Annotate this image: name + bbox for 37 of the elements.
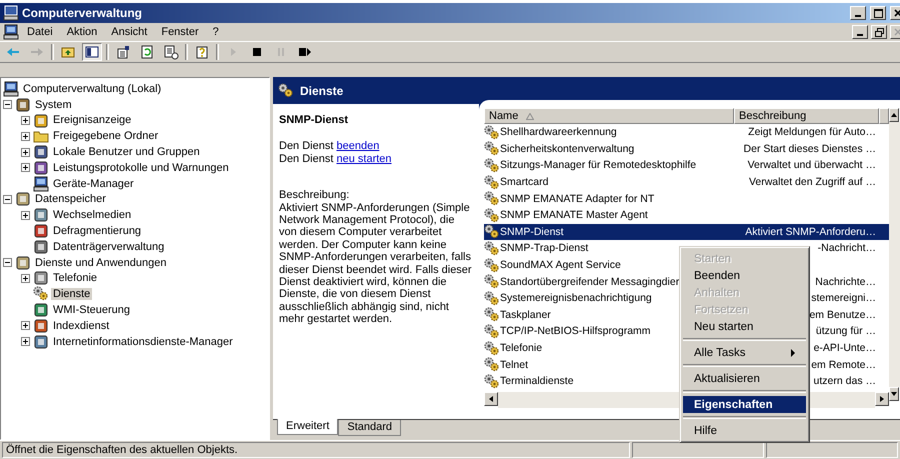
description-text: Aktiviert SNMP-Anforderungen (Simple Network Management Protocol), die von diesem Computer verarbeitet werden. Der Computer kann keine SNMP-Anforderungen verarbeiten, falls dieser Dienst beendet wird. Falls dieser Dienst deaktiviert wird, können die Dienste, die von diesem Dienst ausschließlich abhängig sind, nicht mehr gestartet werden. (279, 202, 473, 326)
table-cell: Telnet (499, 358, 528, 371)
table-cell: SNMP EMANATE Adapter for NT (499, 192, 654, 205)
description-label: Beschreibung: (279, 189, 350, 202)
action-text: Den Dienst beenden (279, 140, 380, 153)
table-cell: Sitzungs-Manager für Remotedesktophilfe (499, 159, 696, 172)
status-text: Öffnet die Eigenschaften des aktuellen Objekts. (2, 442, 630, 458)
table-cell: Zeigt Meldungen für Auto… (747, 126, 876, 138)
table-cell: Systemereignisbenachrichtigung (499, 292, 652, 304)
table-cell: Sicherheitskontenverwaltung (499, 142, 634, 155)
table-cell: ützung für … (814, 325, 876, 338)
table-cell: Der Start dieses Dienstes … (742, 142, 876, 155)
pane-title: Dienste (300, 84, 344, 98)
table-cell: TCP/IP-NetBIOS-Hilfsprogramm (499, 325, 651, 338)
table-cell: SNMP EMANATE Master Agent (499, 209, 648, 222)
table-cell: SNMP-Dienst (499, 226, 564, 238)
table-cell: SNMP-Trap-Dienst (499, 242, 588, 254)
table-cell: Nachrichte… (814, 276, 876, 288)
table-cell: SoundMAX Agent Service (499, 259, 621, 272)
table-cell: Standortübergreifender Messagingdier (499, 276, 680, 288)
table-cell: Verwaltet den Zugriff auf … (748, 176, 876, 188)
table-cell: Terminaldienste (499, 375, 574, 388)
table-cell: utzern das … (812, 375, 876, 388)
service-name: SNMP-Dienst (279, 114, 350, 126)
table-cell: Aktiviert SNMP-Anforderu… (744, 226, 876, 238)
table-cell: stemereigni… (810, 292, 876, 304)
table-cell: Smartcard (499, 176, 548, 188)
table-cell: Shellhardwareerkennung (499, 126, 617, 138)
table-cell: -Nachricht… (816, 242, 876, 254)
table-cell: Taskplaner (499, 308, 551, 321)
table-cell: Telefonie (499, 342, 542, 354)
table-cell: em Remote… (810, 358, 876, 371)
table-cell: e-API-Unte… (812, 342, 876, 354)
table-cell: Verwaltet und überwacht … (746, 159, 876, 172)
window-title: Computerverwaltung (22, 6, 142, 20)
action-text: Den Dienst neu starten (279, 152, 393, 166)
table-cell: em Benutze… (808, 308, 876, 321)
